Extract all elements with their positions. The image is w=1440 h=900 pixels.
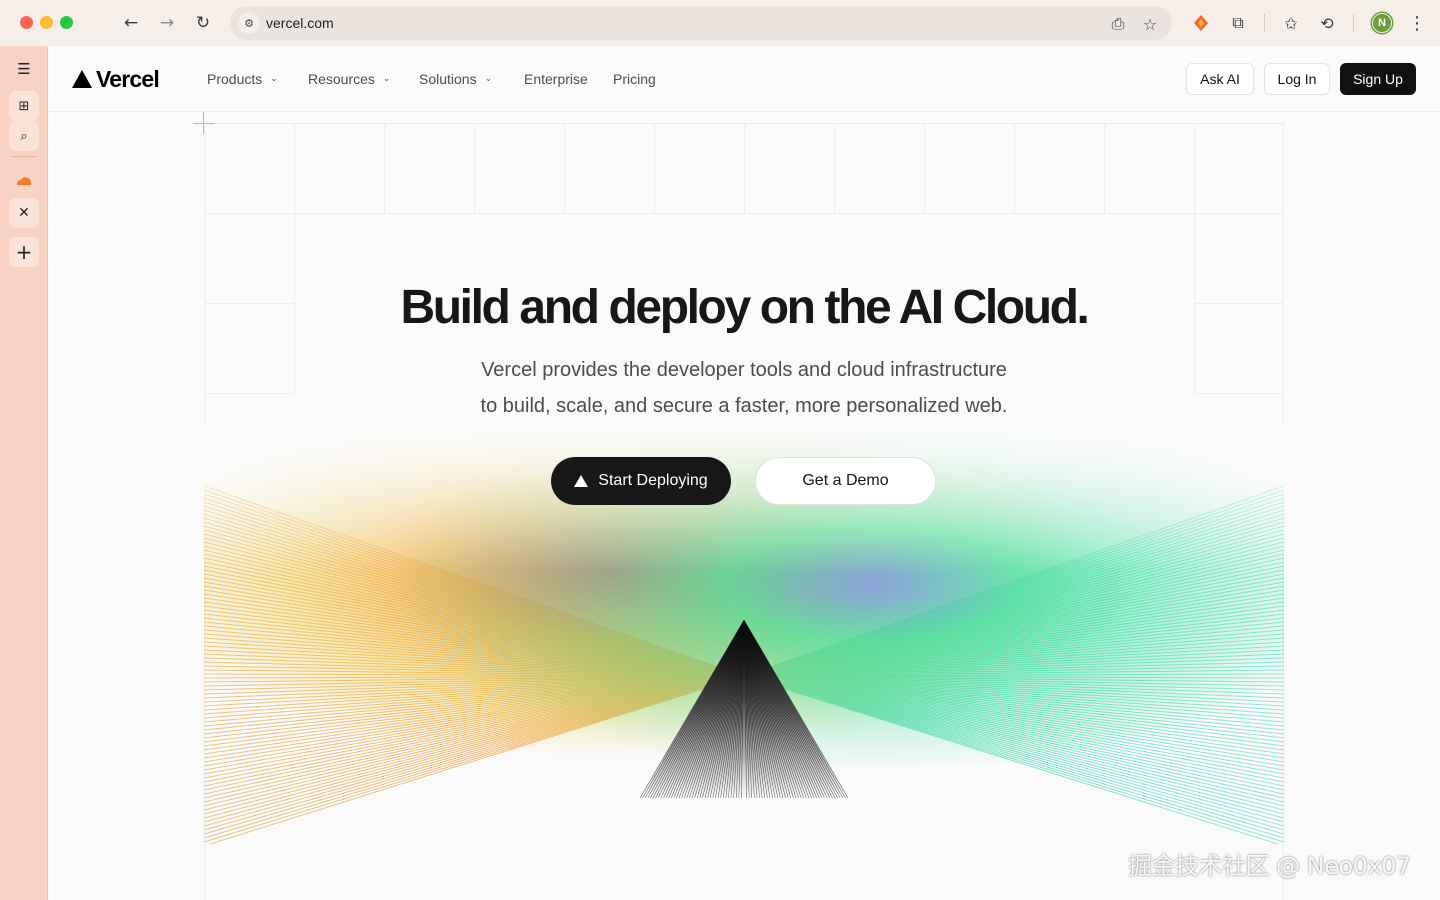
maximize-window-button[interactable] bbox=[60, 16, 73, 29]
reload-icon: ↻ bbox=[195, 13, 211, 33]
logo-text: Vercel bbox=[96, 65, 160, 92]
nav-enterprise-label: Enterprise bbox=[524, 71, 588, 87]
grid-crosshair bbox=[193, 123, 215, 124]
nav-resources[interactable]: Resources ⌄ bbox=[308, 71, 390, 87]
browser-menu-icon[interactable]: ⋮ bbox=[1406, 12, 1428, 34]
nav-products[interactable]: Products ⌄ bbox=[207, 71, 278, 87]
nav-solutions[interactable]: Solutions ⌄ bbox=[419, 71, 492, 87]
prism-spectrum-graphic bbox=[204, 426, 1284, 844]
nav-products-label: Products bbox=[207, 71, 263, 87]
back-button[interactable]: ← bbox=[119, 11, 143, 35]
hero-subtitle-line2: to build, scale, and secure a faster, mo… bbox=[480, 395, 1008, 417]
add-panel-icon[interactable]: + bbox=[9, 237, 39, 267]
bookmarks-icon[interactable]: ✩ bbox=[1280, 12, 1302, 34]
hero-title: Build and deploy on the AI Cloud. bbox=[400, 281, 1090, 334]
site-settings-icon[interactable]: ⚙ bbox=[238, 12, 260, 34]
web-page: Vercel Products ⌄ Resources ⌄ Solutions … bbox=[48, 46, 1440, 900]
chevron-down-icon: ⌄ bbox=[270, 74, 278, 84]
site-header: Vercel Products ⌄ Resources ⌄ Solutions … bbox=[48, 46, 1440, 112]
address-bar[interactable]: ⚙ vercel.com ⎙ ☆ bbox=[230, 6, 1172, 40]
chevron-down-icon: ⌄ bbox=[382, 74, 391, 84]
hero-subtitle-line1: Vercel provides the developer tools and … bbox=[481, 359, 1007, 381]
browser-toolbar: ← → ↻ ⚙ vercel.com ⎙ ☆ ⧉ ✩ ⟲ N ⋮ bbox=[0, 0, 1440, 46]
nav-pricing-label: Pricing bbox=[613, 71, 656, 87]
extensions-puzzle-icon[interactable]: ⧉ bbox=[1227, 12, 1249, 34]
x-app-icon[interactable]: ✕ bbox=[9, 198, 39, 228]
forward-button[interactable]: → bbox=[155, 11, 179, 35]
install-app-icon[interactable]: ⎙ bbox=[1108, 14, 1128, 34]
arrow-right-icon: → bbox=[159, 13, 175, 33]
start-deploying-button[interactable]: Start Deploying bbox=[551, 457, 731, 505]
search-list-icon[interactable]: ⌕ bbox=[9, 121, 39, 151]
sign-up-button[interactable]: Sign Up bbox=[1340, 63, 1416, 95]
watermark-text: 掘金技术社区 @ Neo0x07 bbox=[1128, 852, 1411, 880]
history-icon[interactable]: ⟲ bbox=[1316, 12, 1338, 34]
ask-ai-button[interactable]: Ask AI bbox=[1186, 63, 1254, 95]
log-in-button[interactable]: Log In bbox=[1264, 63, 1330, 95]
toolbar-divider bbox=[1264, 14, 1265, 32]
nav-resources-label: Resources bbox=[308, 71, 375, 87]
chevron-down-icon: ⌄ bbox=[484, 74, 493, 84]
nav-solutions-label: Solutions bbox=[419, 71, 477, 87]
extension-fire-icon[interactable] bbox=[1190, 12, 1212, 34]
nav-pricing[interactable]: Pricing bbox=[613, 71, 656, 87]
minimize-window-button[interactable] bbox=[40, 16, 53, 29]
toolbar-divider bbox=[1353, 14, 1354, 32]
vercel-logo[interactable]: Vercel bbox=[72, 65, 160, 92]
nav-enterprise[interactable]: Enterprise bbox=[524, 71, 588, 87]
cloud-app-icon[interactable] bbox=[9, 166, 39, 196]
close-window-button[interactable] bbox=[20, 16, 33, 29]
reload-button[interactable]: ↻ bbox=[191, 11, 215, 35]
vercel-triangle-icon bbox=[72, 70, 92, 88]
bookmark-star-icon[interactable]: ☆ bbox=[1140, 14, 1160, 34]
side-panel: ☰ ⊞ ⌕ ✕ + bbox=[0, 46, 48, 900]
collapse-panel-icon[interactable]: ☰ bbox=[9, 54, 39, 84]
vercel-triangle-icon bbox=[574, 475, 589, 487]
start-deploying-label: Start Deploying bbox=[598, 472, 708, 489]
profile-avatar[interactable]: N bbox=[1372, 13, 1392, 33]
panel-divider bbox=[12, 156, 36, 157]
arrow-left-icon: ← bbox=[123, 13, 139, 33]
url-text: vercel.com bbox=[266, 15, 334, 31]
apps-grid-icon[interactable]: ⊞ bbox=[9, 91, 39, 121]
get-a-demo-button[interactable]: Get a Demo bbox=[755, 457, 936, 505]
